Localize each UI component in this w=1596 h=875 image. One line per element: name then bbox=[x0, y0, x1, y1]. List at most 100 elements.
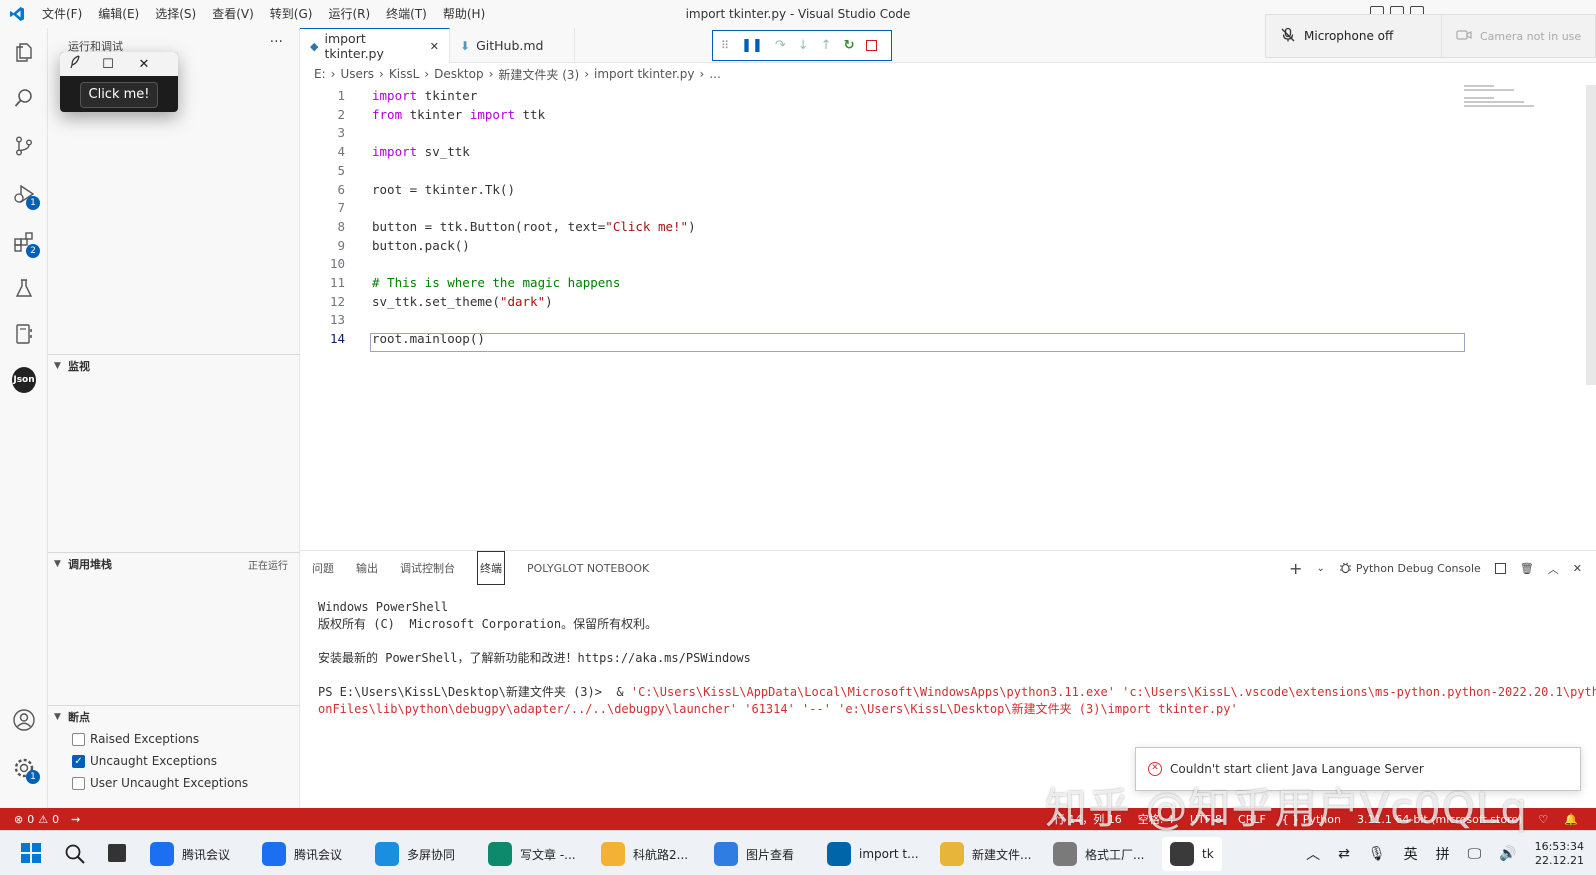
taskbar-app[interactable]: 科航路2... bbox=[601, 837, 688, 871]
terminal-dropdown-icon[interactable]: ⌄ bbox=[1316, 563, 1324, 574]
breadcrumb-item[interactable]: E: bbox=[314, 67, 326, 81]
step-into-icon[interactable]: ↓ bbox=[798, 38, 809, 53]
source-control-icon[interactable] bbox=[12, 134, 36, 158]
restart-icon[interactable]: ↻ bbox=[844, 38, 855, 53]
json-extension-icon[interactable]: Json bbox=[12, 368, 36, 392]
tk-maximize-icon[interactable]: ☐ bbox=[90, 57, 126, 72]
terminal-selector[interactable]: Python Debug Console bbox=[1339, 561, 1481, 577]
tk-close-icon[interactable]: ✕ bbox=[126, 57, 162, 72]
task-view-icon[interactable] bbox=[108, 844, 126, 862]
extensions-icon[interactable]: 2 bbox=[12, 230, 36, 254]
tray-network-icon[interactable]: 🖵 bbox=[1468, 846, 1482, 862]
breadcrumb-item[interactable]: Users bbox=[340, 67, 374, 81]
code-line[interactable]: 1import tkinter bbox=[300, 86, 1460, 105]
tray-microphone-icon[interactable]: 🎙 bbox=[1368, 846, 1386, 862]
sidebar-more-icon[interactable]: ··· bbox=[270, 34, 283, 50]
new-terminal-icon[interactable]: + bbox=[1289, 559, 1302, 578]
breadcrumb-item[interactable]: 新建文件夹 (3) bbox=[498, 66, 579, 83]
step-out-icon[interactable]: ↑ bbox=[821, 38, 832, 53]
testing-flask-icon[interactable] bbox=[12, 276, 36, 300]
step-over-icon[interactable]: ↷ bbox=[775, 38, 786, 53]
taskbar-app[interactable]: tk bbox=[1162, 837, 1222, 871]
code-line[interactable]: 12sv_ttk.set_theme("dark") bbox=[300, 292, 1460, 311]
explorer-icon[interactable] bbox=[12, 40, 36, 64]
notebook-icon[interactable] bbox=[12, 322, 36, 346]
breakpoint-checkbox[interactable] bbox=[72, 733, 85, 746]
editor-scrollbar[interactable] bbox=[1586, 85, 1596, 385]
tab-close-icon[interactable]: ✕ bbox=[430, 40, 439, 53]
menu-item[interactable]: 选择(S) bbox=[147, 0, 204, 28]
notifications-bell-icon[interactable]: 🔔 bbox=[1564, 813, 1578, 826]
breakpoint-checkbox[interactable]: ✓ bbox=[72, 755, 85, 768]
breakpoint-row[interactable]: User Uncaught Exceptions bbox=[48, 772, 300, 794]
maximize-panel-icon[interactable]: ︿ bbox=[1548, 561, 1559, 577]
search-icon[interactable] bbox=[12, 86, 36, 110]
trash-icon[interactable]: 🗑 bbox=[1520, 562, 1534, 575]
menu-item[interactable]: 文件(F) bbox=[34, 0, 90, 28]
code-line[interactable]: 11# This is where the magic happens bbox=[300, 273, 1460, 292]
taskbar-app[interactable]: 写文章 -... bbox=[488, 837, 576, 871]
drag-handle-icon[interactable]: ⠿ bbox=[721, 39, 729, 52]
breadcrumb-item[interactable]: import tkinter.py bbox=[594, 67, 694, 81]
code-line[interactable]: 10 bbox=[300, 254, 1460, 273]
code-line[interactable]: 4import sv_ttk bbox=[300, 142, 1460, 161]
taskbar-app[interactable]: 多屏协同 bbox=[375, 837, 455, 871]
code-line[interactable]: 3 bbox=[300, 123, 1460, 142]
taskbar-app[interactable]: 图片查看 bbox=[714, 837, 794, 871]
menu-item[interactable]: 查看(V) bbox=[204, 0, 262, 28]
taskbar-app[interactable]: 腾讯会议 bbox=[262, 837, 342, 871]
tray-language[interactable]: 英 bbox=[1404, 844, 1418, 864]
breakpoint-row[interactable]: ✓Uncaught Exceptions bbox=[48, 750, 300, 772]
panel-tab[interactable]: 输出 bbox=[356, 560, 378, 576]
tk-click-me-button[interactable]: Click me! bbox=[80, 82, 158, 108]
taskbar-search-icon[interactable] bbox=[64, 843, 86, 868]
callstack-section-header[interactable]: ▼ 调用堆栈 正在运行 bbox=[48, 553, 300, 575]
menu-item[interactable]: 运行(R) bbox=[320, 0, 378, 28]
tab-github-md[interactable]: ⬇ GitHub.md bbox=[450, 28, 575, 63]
watch-section-header[interactable]: ▼ 监视 bbox=[48, 355, 300, 377]
tray-volume-icon[interactable]: 🔊 bbox=[1499, 846, 1516, 862]
code-line[interactable]: 8button = ttk.Button(root, text="Click m… bbox=[300, 217, 1460, 236]
panel-tab[interactable]: 终端 bbox=[477, 551, 505, 585]
taskbar-app[interactable]: 腾讯会议 bbox=[150, 837, 230, 871]
tray-ime[interactable]: 拼 bbox=[1436, 844, 1450, 864]
breadcrumb-item[interactable]: KissL bbox=[389, 67, 419, 81]
breadcrumb-item[interactable]: ... bbox=[709, 67, 720, 81]
close-panel-icon[interactable]: ✕ bbox=[1573, 562, 1582, 575]
menu-item[interactable]: 编辑(E) bbox=[90, 0, 147, 28]
problems-status[interactable]: ⊗0 ⚠0 bbox=[14, 813, 59, 826]
windows-start-icon[interactable] bbox=[16, 838, 46, 868]
panel-tab[interactable]: POLYGLOT NOTEBOOK bbox=[527, 562, 649, 575]
code-line[interactable]: 13 bbox=[300, 310, 1460, 329]
minimap[interactable] bbox=[1464, 85, 1584, 115]
code-line[interactable]: 5 bbox=[300, 161, 1460, 180]
account-icon[interactable] bbox=[12, 708, 36, 732]
breadcrumb-item[interactable]: Desktop bbox=[434, 67, 484, 81]
tray-sync-icon[interactable]: ⇄ bbox=[1338, 846, 1350, 862]
breakpoint-checkbox[interactable] bbox=[72, 777, 85, 790]
terminal-output[interactable]: Windows PowerShell版权所有 (C) Microsoft Cor… bbox=[318, 599, 1596, 718]
code-line[interactable]: 6root = tkinter.Tk() bbox=[300, 180, 1460, 199]
stop-icon[interactable] bbox=[866, 40, 877, 51]
code-line[interactable]: 9button.pack() bbox=[300, 236, 1460, 255]
tray-overflow-icon[interactable]: ︿ bbox=[1306, 844, 1320, 864]
taskbar-app[interactable]: 格式工厂... bbox=[1053, 837, 1144, 871]
run-debug-icon[interactable]: 1 bbox=[12, 182, 36, 206]
taskbar-app[interactable]: 新建文件... bbox=[940, 837, 1031, 871]
breakpoint-row[interactable]: Raised Exceptions bbox=[48, 728, 300, 750]
menu-item[interactable]: 帮助(H) bbox=[435, 0, 493, 28]
menu-item[interactable]: 转到(G) bbox=[262, 0, 321, 28]
panel-tab[interactable]: 问题 bbox=[312, 560, 334, 576]
taskbar-app[interactable]: import t... bbox=[827, 837, 919, 871]
code-line[interactable]: 2from tkinter import ttk bbox=[300, 105, 1460, 124]
pause-icon[interactable]: ❚❚ bbox=[741, 38, 763, 53]
tab-import-tkinter[interactable]: ◆ import tkinter.py ✕ bbox=[300, 28, 450, 63]
code-line[interactable]: 7 bbox=[300, 198, 1460, 217]
panel-tab[interactable]: 调试控制台 bbox=[400, 560, 455, 576]
feedback-icon[interactable]: ♡ bbox=[1538, 813, 1548, 826]
breakpoints-section-header[interactable]: ▼ 断点 bbox=[48, 706, 300, 728]
split-terminal-icon[interactable] bbox=[1495, 563, 1506, 574]
code-editor[interactable]: 1import tkinter2from tkinter import ttk3… bbox=[300, 85, 1596, 550]
tray-clock[interactable]: 16:53:34 22.12.21 bbox=[1535, 840, 1584, 868]
menu-item[interactable]: 终端(T) bbox=[378, 0, 435, 28]
